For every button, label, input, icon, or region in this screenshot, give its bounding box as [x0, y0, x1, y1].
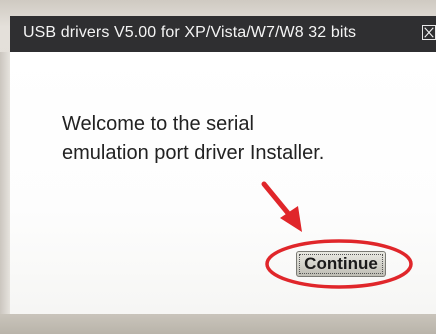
red-arrow-icon: [261, 181, 302, 232]
continue-button[interactable]: Continue: [296, 251, 386, 277]
welcome-line-1: Welcome to the serial: [62, 113, 254, 135]
welcome-message: Welcome to the serial emulation port dri…: [62, 110, 402, 168]
welcome-line-2: emulation port driver Installer.: [62, 142, 325, 164]
window-titlebar: USB drivers V5.00 for XP/Vista/W7/W8 32 …: [10, 16, 436, 52]
installer-content: Welcome to the serial emulation port dri…: [10, 52, 436, 314]
window-bottom-edge: [0, 314, 436, 334]
close-icon[interactable]: [422, 25, 436, 40]
window-title: USB drivers V5.00 for XP/Vista/W7/W8 32 …: [23, 24, 357, 41]
window-edge: [0, 52, 10, 314]
screenshot-frame: USB drivers V5.00 for XP/Vista/W7/W8 32 …: [0, 0, 436, 334]
